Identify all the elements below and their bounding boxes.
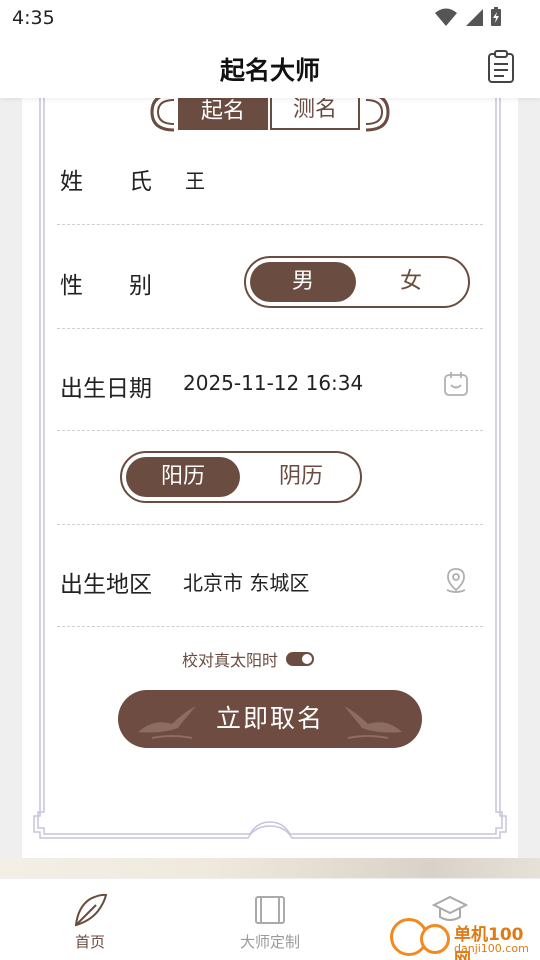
site-watermark: 单机100网 danji100.com [390,916,540,960]
tab-name-test[interactable]: 测名 [270,94,360,130]
gender-toggle: 男 女 [244,256,470,308]
scroll-icon [255,896,285,924]
watermark-logo-icon [420,924,450,954]
true-solar-time-switch[interactable] [286,652,315,666]
wifi-icon [435,8,457,26]
signal-icon [466,9,483,26]
status-bar: 4:35 [0,0,540,36]
battery-icon [491,7,501,26]
true-solar-time-row: 校对真太阳时 [182,648,315,670]
tab-naming[interactable]: 起名 [178,94,268,130]
clipboard-icon[interactable] [486,50,516,84]
calendar-type-toggle: 阳历 阴历 [120,451,362,503]
gender-male-option[interactable]: 男 [250,262,356,302]
naming-mode-tabs: 起名 测名 [150,92,390,132]
calendar-icon[interactable] [442,370,470,398]
page-title: 起名大师 [219,56,320,85]
status-icons [434,7,502,27]
birth-date-field[interactable]: 2025-11-12 16:34 [183,371,363,395]
region-label: 出生地区 [60,572,152,598]
nav-master-custom[interactable]: 大师定制 [210,893,330,952]
switch-knob [302,654,313,664]
nav-home[interactable]: 首页 [30,893,150,952]
divider [57,524,483,525]
true-solar-time-label: 校对真太阳时 [182,651,279,670]
nav-master-custom-label: 大师定制 [239,933,300,951]
app-bar: 起名大师 [0,36,540,98]
decorative-background-band [0,858,540,878]
watermark-url: danji100.com [454,942,529,955]
surname-label: 姓 氏 [60,169,152,195]
region-field[interactable]: 北京市 东城区 [183,567,309,596]
generate-name-button[interactable]: 立即取名 [118,690,422,748]
lunar-calendar-option[interactable]: 阴历 [244,457,358,497]
divider [57,224,483,225]
crane-ornament-icon [138,706,196,739]
naming-form-card: 起名 测名 姓 氏 王 性 别 男 女 出生日期 2025-11-12 16:3… [22,92,518,858]
crane-ornament-icon [344,706,402,739]
gender-female-option[interactable]: 女 [358,262,464,302]
divider [57,328,483,329]
tab-ornament-left-icon [150,92,175,132]
gender-label: 性 别 [60,273,152,299]
nav-home-label: 首页 [74,933,105,951]
tab-ornament-right-icon [365,92,390,132]
solar-calendar-option[interactable]: 阳历 [126,457,240,497]
divider [57,626,483,627]
divider [57,430,483,431]
status-time: 4:35 [12,7,55,29]
generate-name-label: 立即取名 [215,704,324,733]
feather-icon [74,893,108,927]
birth-date-label: 出生日期 [60,376,152,402]
surname-field[interactable]: 王 [185,165,205,194]
location-pin-icon[interactable] [442,566,470,594]
